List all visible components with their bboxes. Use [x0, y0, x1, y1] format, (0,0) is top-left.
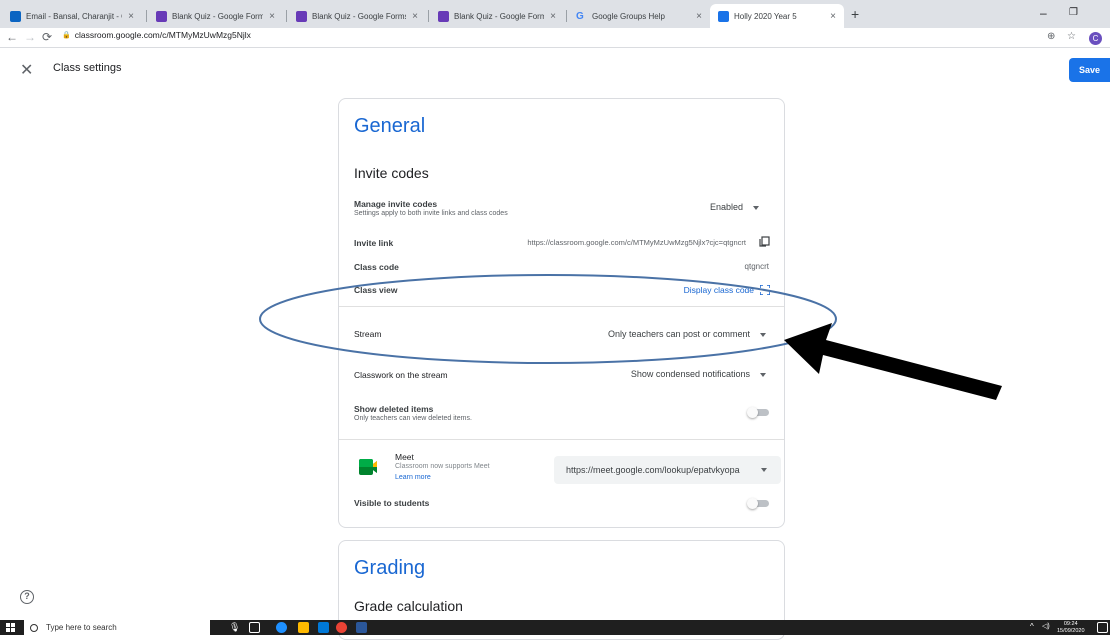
- annotation-overlay: [259, 274, 1002, 400]
- edge-icon[interactable]: [276, 622, 287, 633]
- store-icon[interactable]: [318, 622, 329, 633]
- highlight-ellipse: [259, 274, 837, 364]
- file-explorer-icon[interactable]: [298, 622, 309, 633]
- word-icon[interactable]: [356, 622, 367, 633]
- task-view-icon[interactable]: [249, 622, 260, 633]
- microphone-icon[interactable]: 🎙: [229, 622, 240, 633]
- cortana-icon: [30, 623, 38, 632]
- windows-taskbar: Type here to search 🎙 ^ ◁) 09:24 15/09/2…: [0, 620, 1110, 635]
- notifications-icon[interactable]: [1097, 622, 1108, 633]
- help-icon[interactable]: ?: [20, 590, 34, 604]
- pointer-arrow: [784, 323, 1002, 400]
- system-tray-up-icon[interactable]: ^: [1030, 622, 1041, 633]
- windows-start-icon[interactable]: [6, 623, 16, 633]
- taskbar-clock[interactable]: 09:24 15/09/2020: [1057, 621, 1085, 634]
- chrome-icon[interactable]: [336, 622, 347, 633]
- volume-icon[interactable]: ◁): [1042, 622, 1053, 633]
- taskbar-search-box[interactable]: Type here to search: [24, 620, 210, 635]
